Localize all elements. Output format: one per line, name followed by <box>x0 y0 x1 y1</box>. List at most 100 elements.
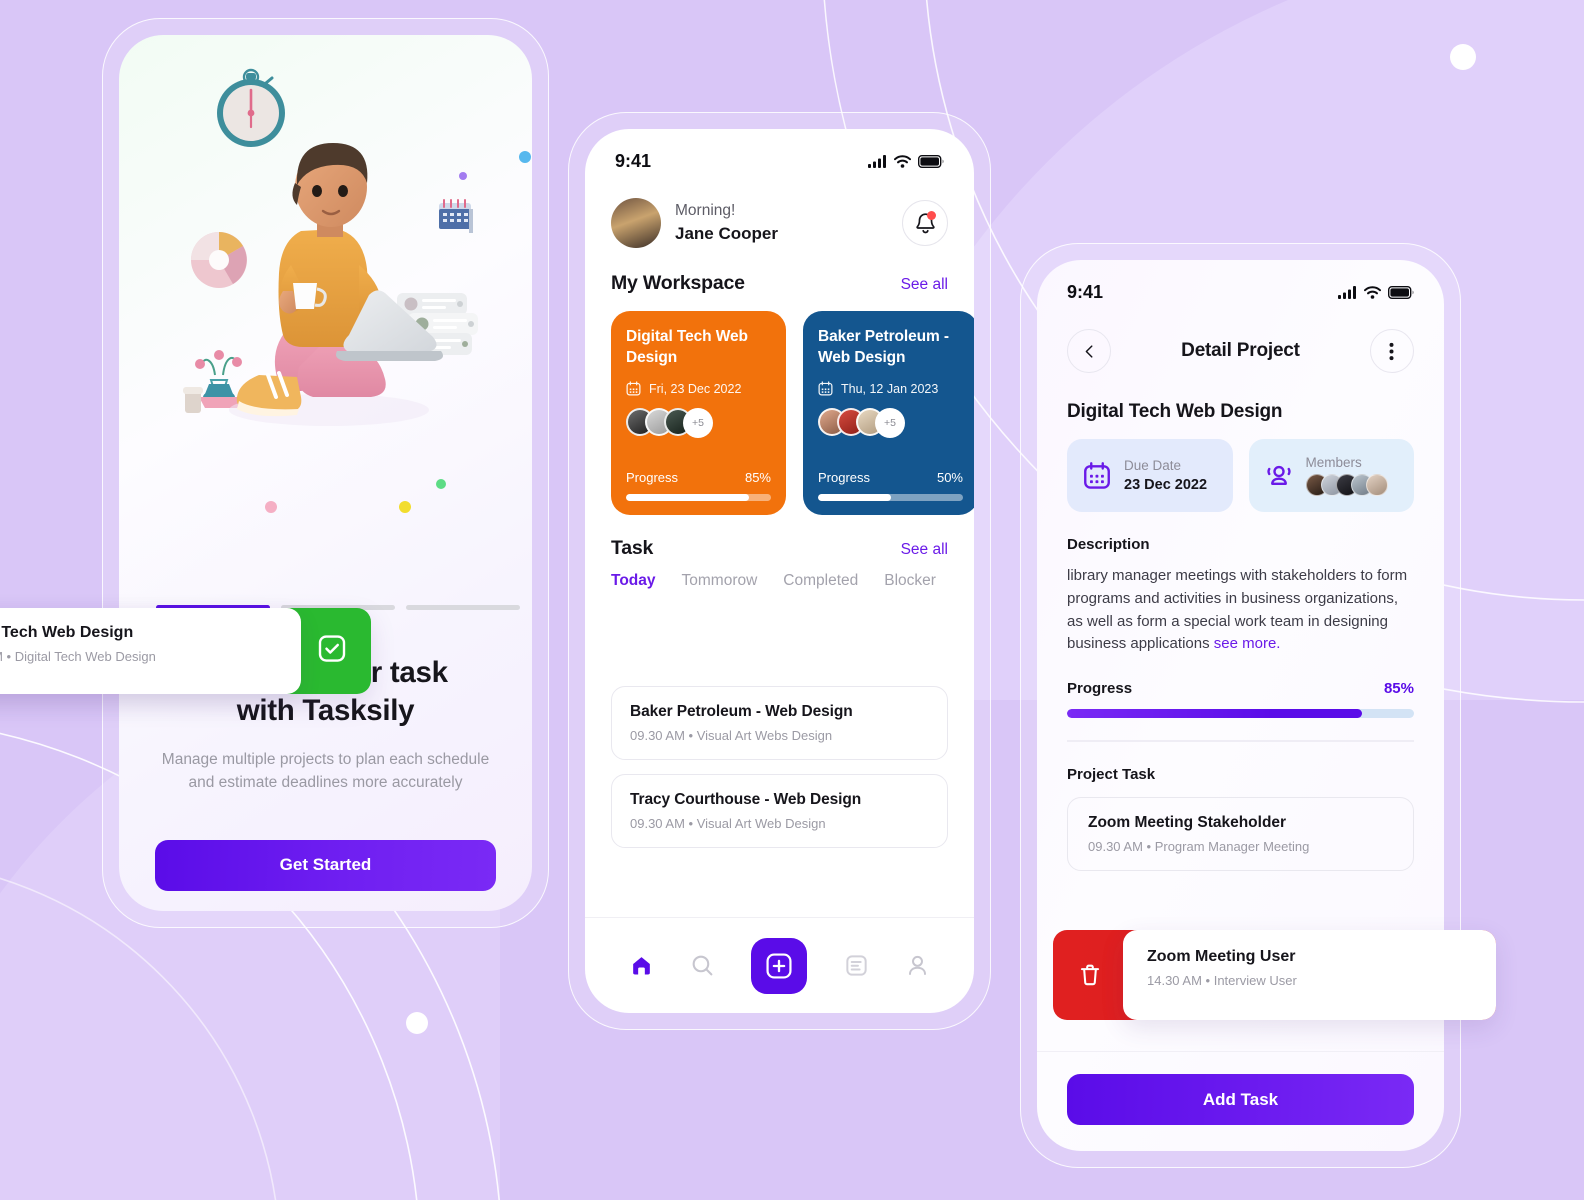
back-button[interactable] <box>1067 329 1111 373</box>
workspace-card-progress-row: Progress 50% <box>818 470 963 485</box>
status-time: 9:41 <box>1067 282 1104 302</box>
shoe <box>236 371 302 417</box>
signal-icon <box>868 155 886 168</box>
deco-dot <box>519 151 531 163</box>
trash-icon <box>1080 964 1100 986</box>
swiped-task-card[interactable]: Digital Tech Web Design 09.30 AM • Digit… <box>0 608 371 694</box>
status-bar: 9:41 <box>585 129 974 172</box>
progress-bar <box>1067 709 1414 719</box>
greeting-name: Jane Cooper <box>675 223 778 243</box>
swiped-project-task-meta: 14.30 AM • Interview User <box>1147 973 1297 988</box>
workspace-header: My Workspace See all <box>585 248 974 295</box>
home-icon[interactable] <box>629 953 654 978</box>
task-card-meta: 09.30 AM • Visual Art Webs Design <box>630 728 833 743</box>
description-text: library manager meetings with stakeholde… <box>1037 553 1444 656</box>
swiped-task-front[interactable]: Digital Tech Web Design 09.30 AM • Digit… <box>0 608 301 694</box>
due-date-card[interactable]: Due Date 23 Dec 2022 <box>1067 439 1233 512</box>
members-avatars <box>1305 474 1388 496</box>
project-task-meta: 09.30 AM • Program Manager Meeting <box>1088 838 1310 854</box>
members-label: Members <box>1305 455 1362 470</box>
workspace-card-progress-value: 50% <box>936 470 963 485</box>
tab-tommorow[interactable]: Tommorow <box>682 572 758 590</box>
illustration-svg <box>183 68 531 513</box>
add-plus-icon <box>766 952 793 979</box>
chevron-left-icon <box>1085 344 1093 358</box>
detail-navbar: Detail Project <box>1037 303 1444 373</box>
task-card[interactable]: Baker Petroleum - Web Design 09.30 AM • … <box>611 686 948 760</box>
detail-phone: 9:41 Detail Project Digital Tech Web Des… <box>1020 243 1461 1168</box>
task-tabs[interactable]: Today Tommorow Completed Blocker <box>585 560 974 590</box>
onboarding-phone: Manage your task with Tasksily Manage mu… <box>102 18 549 928</box>
greeting-text: Morning! Jane Cooper <box>675 201 888 246</box>
onboarding-title-line2: with Tasksily <box>236 694 415 728</box>
task-list: Baker Petroleum - Web Design 09.30 AM • … <box>585 590 974 862</box>
search-icon[interactable] <box>690 953 715 978</box>
project-task-label: Project Task <box>1067 765 1156 783</box>
workspace-card[interactable]: Digital Tech Web Design Fri, 23 Dec 2022… <box>611 311 786 515</box>
status-time: 9:41 <box>615 151 652 171</box>
workspace-card-progress-label: Progress <box>818 470 871 485</box>
workspace-see-all[interactable]: See all <box>901 276 948 294</box>
project-task-title: Zoom Meeting Stakeholder <box>1088 813 1287 831</box>
pager-dot-3[interactable] <box>406 605 520 610</box>
wifi-icon <box>1364 286 1381 299</box>
home-phone: 9:41 Morning! Jane Cooper My Workspace S… <box>568 112 991 1030</box>
swiped-task-title: Digital Tech Web Design <box>0 624 134 641</box>
swiped-task-meta: 09.30 AM • Digital Tech Web Design <box>0 649 156 664</box>
deco-dot <box>406 1012 428 1034</box>
battery-icon <box>1388 286 1414 299</box>
person-illustration <box>229 143 443 426</box>
more-vertical-icon <box>1389 342 1394 360</box>
status-bar: 9:41 <box>1037 260 1444 303</box>
task-card-title: Baker Petroleum - Web Design <box>630 703 853 720</box>
swiped-project-task-card[interactable]: Zoom Meeting User 14.30 AM • Interview U… <box>1053 930 1496 1020</box>
task-card[interactable]: Tracy Courthouse - Web Design 09.30 AM •… <box>611 774 948 848</box>
tab-blocker[interactable]: Blocker <box>884 572 936 590</box>
notification-button[interactable] <box>902 200 948 246</box>
list-icon[interactable] <box>844 953 869 978</box>
calendar-icon <box>439 199 473 233</box>
workspace-card-title: Digital Tech Web Design <box>626 328 748 366</box>
workspace-card-progress-bar <box>626 494 771 501</box>
project-task-card[interactable]: Zoom Meeting Stakeholder 09.30 AM • Prog… <box>1067 796 1414 871</box>
workspace-card-extra-members: +5 <box>683 408 713 439</box>
workspace-card-date-row: Thu, 12 Jan 2023 <box>818 381 963 396</box>
workspace-card-list[interactable]: Digital Tech Web Design Fri, 23 Dec 2022… <box>585 295 974 515</box>
workspace-card-date: Fri, 23 Dec 2022 <box>649 381 742 396</box>
due-date-label: Due Date <box>1124 458 1182 473</box>
more-options-button[interactable] <box>1369 329 1414 373</box>
calendar-icon <box>818 381 833 396</box>
workspace-card-progress-value: 85% <box>744 470 771 485</box>
plant-and-coffee <box>183 350 243 413</box>
detail-meta-row: Due Date 23 Dec 2022 Members <box>1037 423 1444 512</box>
check-square-icon <box>318 635 346 662</box>
signal-icon <box>1338 286 1356 299</box>
profile-icon[interactable] <box>905 953 930 978</box>
see-more-link[interactable]: see more. <box>1214 635 1281 652</box>
detail-footer: Add Task <box>1037 1051 1444 1151</box>
add-task-fab[interactable] <box>751 937 808 994</box>
workspace-card-progress-label: Progress <box>626 470 679 485</box>
workspace-card[interactable]: Baker Petroleum - Web Design Thu, 12 Jan… <box>803 311 974 515</box>
tab-completed[interactable]: Completed <box>783 572 858 590</box>
add-task-button[interactable]: Add Task <box>1067 1074 1414 1125</box>
wifi-icon <box>894 155 911 168</box>
workspace-card-extra-members: +5 <box>875 408 905 439</box>
delete-task-action[interactable] <box>1053 962 1127 988</box>
task-card-meta: 09.30 AM • Visual Art Web Design <box>630 816 826 831</box>
get-started-button[interactable]: Get Started <box>155 839 496 891</box>
swiped-project-task-front[interactable]: Zoom Meeting User 14.30 AM • Interview U… <box>1123 930 1496 1020</box>
task-see-all[interactable]: See all <box>901 541 948 559</box>
tab-today[interactable]: Today <box>611 572 656 590</box>
members-card[interactable]: Members <box>1248 439 1414 512</box>
battery-icon <box>918 155 944 168</box>
workspace-card-progress-row: Progress 85% <box>626 470 771 485</box>
notification-dot <box>927 211 936 220</box>
bottom-navigation[interactable] <box>585 917 974 1013</box>
workspace-card-progress-bar <box>818 494 963 501</box>
calendar-icon <box>626 381 641 396</box>
complete-task-action[interactable] <box>317 634 347 669</box>
avatar[interactable] <box>611 198 661 248</box>
workspace-card-avatars: +5 <box>818 408 963 439</box>
workspace-card-title: Baker Petroleum - Web Design <box>818 328 949 366</box>
